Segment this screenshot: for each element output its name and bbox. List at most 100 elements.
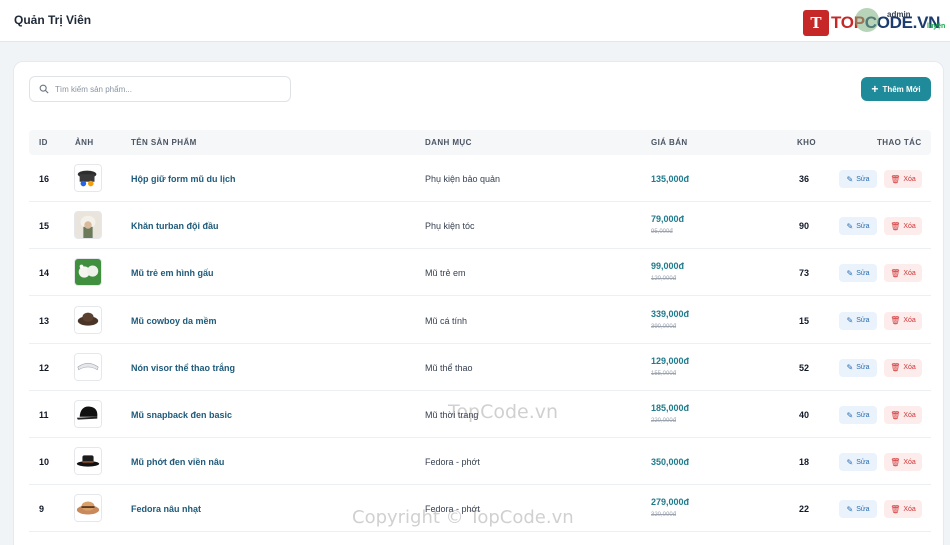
brand-logo[interactable]: T TOPCODE.VN admin luyện xyxy=(803,8,945,37)
product-stock: 36 xyxy=(799,174,810,184)
delete-button[interactable]: 🗑 Xóa xyxy=(884,170,922,188)
col-actions: THAO TÁC xyxy=(877,138,922,147)
product-name[interactable]: Mũ trẻ em hình gấu xyxy=(131,268,214,278)
product-category: Mũ thời trang xyxy=(425,410,479,420)
product-price: 185,000đ xyxy=(651,403,690,413)
delete-button[interactable]: 🗑 Xóa xyxy=(884,358,922,377)
logo-wordmark: TOPCODE.VN xyxy=(831,13,941,32)
product-category: Fedora - phớt xyxy=(425,504,480,515)
product-price: 135,000đ xyxy=(651,174,690,184)
edit-button[interactable]: ✎ Sửa xyxy=(839,500,877,519)
col-price: GIÁ BÁN xyxy=(651,138,688,147)
product-category: Phụ kiện tóc xyxy=(425,221,475,232)
product-name[interactable]: Hộp giữ form mũ du lịch xyxy=(131,174,236,184)
delete-button[interactable]: 🗑 Xóa xyxy=(884,406,922,424)
product-stock: 40 xyxy=(799,410,810,420)
product-stock: 52 xyxy=(799,362,810,373)
edit-button[interactable]: ✎ Sửa xyxy=(839,406,877,424)
logo-mark: T xyxy=(803,10,829,36)
delete-button[interactable]: 🗑 Xóa xyxy=(884,453,922,472)
product-thumbnail xyxy=(74,211,102,240)
product-category: Phụ kiện bảo quản xyxy=(425,174,501,184)
edit-label: Sửa xyxy=(856,411,870,419)
product-name[interactable]: Mũ snapback đen basic xyxy=(131,410,232,420)
trash-icon: 🗑 xyxy=(890,174,901,184)
delete-label: Xóa xyxy=(903,269,916,277)
table-row: 10 Mũ phớt đen viền nâu Fedora - phớt 350,0… xyxy=(29,438,931,486)
product-id: 16 xyxy=(39,174,50,184)
trash-icon: 🗑 xyxy=(890,504,901,514)
product-category: Mũ trẻ em xyxy=(425,268,466,279)
table-row: 11 Mũ snapback đen basic Mũ thời trang 185,… xyxy=(29,391,931,438)
product-id: 11 xyxy=(39,410,49,420)
delete-label: Xóa xyxy=(903,364,916,372)
search-icon xyxy=(39,84,49,94)
product-old-price: 95,000đ xyxy=(651,229,673,236)
table-header: ID ẢNH TÊN SẢN PHẨM DANH MỤC GIÁ BÁN KHO… xyxy=(29,130,931,155)
product-price: 339,000đ xyxy=(651,308,690,319)
trash-icon: 🗑 xyxy=(890,268,901,278)
product-name[interactable]: Fedora nâu nhạt xyxy=(131,504,201,514)
product-name[interactable]: Nón visor thể thao trắng xyxy=(131,363,235,373)
logo-tagline: luyện xyxy=(927,23,946,30)
product-stock: 18 xyxy=(799,457,810,468)
plus-icon: + xyxy=(871,82,879,96)
trash-icon: 🗑 xyxy=(890,316,901,326)
product-old-price: 320,000đ xyxy=(651,512,677,519)
edit-label: Sửa xyxy=(856,269,870,277)
edit-button[interactable]: ✎ Sửa xyxy=(839,311,877,330)
product-old-price: 220,000đ xyxy=(651,418,677,424)
edit-button[interactable]: ✎ Sửa xyxy=(839,170,877,188)
col-image: ẢNH xyxy=(75,138,94,147)
trash-icon: 🗑 xyxy=(890,410,901,420)
delete-button[interactable]: 🗑 Xóa xyxy=(884,311,922,330)
product-name[interactable]: Mũ phớt đen viền nâu xyxy=(131,457,224,467)
product-id: 9 xyxy=(39,504,45,515)
search-input[interactable] xyxy=(55,81,285,98)
edit-icon: ✎ xyxy=(846,221,854,231)
edit-button[interactable]: ✎ Sửa xyxy=(839,358,877,377)
product-thumbnail xyxy=(74,400,102,428)
admin-label: admin xyxy=(887,10,911,19)
edit-icon: ✎ xyxy=(846,410,854,420)
delete-button[interactable]: 🗑 Xóa xyxy=(884,264,922,283)
edit-icon: ✎ xyxy=(846,457,854,467)
product-old-price: 390,000đ xyxy=(651,323,677,330)
avatar[interactable] xyxy=(855,8,879,32)
product-stock: 73 xyxy=(799,268,810,279)
product-thumbnail xyxy=(74,447,102,476)
table-row: 16 Hộp giữ form mũ du lịch Phụ kiện bảo qu… xyxy=(29,155,931,202)
product-thumbnail xyxy=(74,305,102,334)
product-category: Mũ cá tính xyxy=(425,315,468,326)
table-row: 13 Mũ cowboy da mềm Mũ cá tính 339,000đ 390,… xyxy=(29,297,931,344)
edit-label: Sửa xyxy=(856,222,870,230)
add-product-button[interactable]: + Thêm Mới xyxy=(861,77,931,101)
delete-label: Xóa xyxy=(903,317,916,325)
product-price: 99,000đ xyxy=(651,261,685,272)
edit-button[interactable]: ✎ Sửa xyxy=(839,264,877,283)
edit-button[interactable]: ✎ Sửa xyxy=(839,453,877,472)
edit-label: Sửa xyxy=(856,175,870,183)
table-row: 12 Nón visor thể thao trắng Mũ thể thao 129… xyxy=(29,344,931,391)
product-price: 79,000đ xyxy=(651,214,685,225)
top-bar: Quản Trị Viên T TOPCODE.VN admin luyện xyxy=(0,0,950,42)
edit-label: Sửa xyxy=(856,317,870,325)
product-thumbnail xyxy=(74,352,102,381)
edit-icon: ✎ xyxy=(846,316,854,326)
col-category: DANH MỤC xyxy=(425,138,472,147)
product-name[interactable]: Khăn turban đội đầu xyxy=(131,221,219,231)
edit-label: Sửa xyxy=(856,364,870,372)
delete-label: Xóa xyxy=(903,222,916,230)
product-id: 13 xyxy=(39,315,50,326)
delete-button[interactable]: 🗑 Xóa xyxy=(884,500,922,519)
product-name[interactable]: Mũ cowboy da mềm xyxy=(131,316,217,326)
edit-button[interactable]: ✎ Sửa xyxy=(839,217,877,236)
search-box[interactable] xyxy=(29,76,291,102)
product-thumbnail xyxy=(74,494,102,523)
table-row: 14 Mũ trẻ em hình gấu Mũ trẻ em 99,000đ 120,… xyxy=(29,249,931,297)
product-category: Mũ thể thao xyxy=(425,362,473,373)
product-old-price: 155,000đ xyxy=(651,370,677,377)
edit-icon: ✎ xyxy=(846,268,854,278)
trash-icon: 🗑 xyxy=(890,221,901,231)
delete-button[interactable]: 🗑 Xóa xyxy=(884,217,922,236)
